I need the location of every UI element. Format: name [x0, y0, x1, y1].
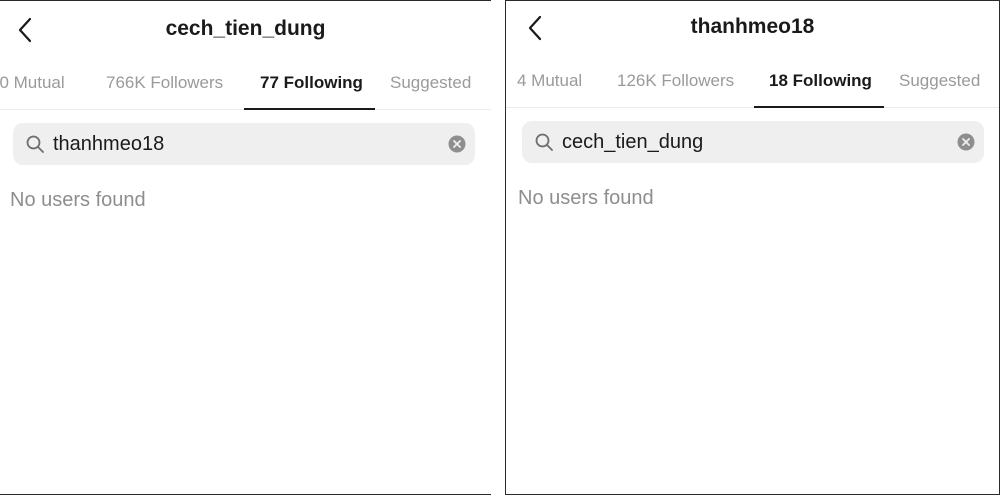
empty-state-text: No users found [10, 189, 146, 211]
page-title: cech_tien_dung [165, 17, 326, 40]
search-input[interactable] [53, 123, 423, 165]
tab-followers[interactable]: 126K Followers [617, 71, 734, 91]
tab-mutual[interactable]: 4 Mutual [517, 71, 582, 91]
active-tab-indicator [244, 108, 375, 110]
divider [491, 0, 505, 495]
tab-mutual[interactable]: 80 Mutual [0, 73, 65, 93]
tab-following[interactable]: 77 Following [260, 73, 363, 93]
profile-panel-right: thanhmeo18 4 Mutual 126K Followers 18 Fo… [505, 0, 1000, 495]
search-bar[interactable] [522, 121, 984, 163]
tab-suggested[interactable]: Suggested [899, 71, 980, 91]
header: thanhmeo18 [506, 1, 999, 59]
clear-icon[interactable] [957, 133, 975, 151]
tab-following[interactable]: 18 Following [769, 71, 872, 91]
search-icon [26, 135, 44, 153]
active-tab-indicator [754, 106, 884, 108]
search-bar[interactable] [13, 123, 475, 165]
header: cech_tien_dung [0, 1, 491, 59]
empty-state-text: No users found [518, 187, 654, 209]
search-input[interactable] [562, 121, 932, 163]
tab-followers[interactable]: 766K Followers [106, 73, 223, 93]
tab-bar: 4 Mutual 126K Followers 18 Following Sug… [506, 59, 999, 108]
clear-icon[interactable] [448, 135, 466, 153]
search-icon [535, 133, 553, 151]
tab-suggested[interactable]: Suggested [390, 73, 471, 93]
profile-panel-left: cech_tien_dung 80 Mutual 766K Followers … [0, 0, 492, 495]
tab-bar: 80 Mutual 766K Followers 77 Following Su… [0, 61, 491, 110]
page-title: thanhmeo18 [690, 15, 815, 38]
